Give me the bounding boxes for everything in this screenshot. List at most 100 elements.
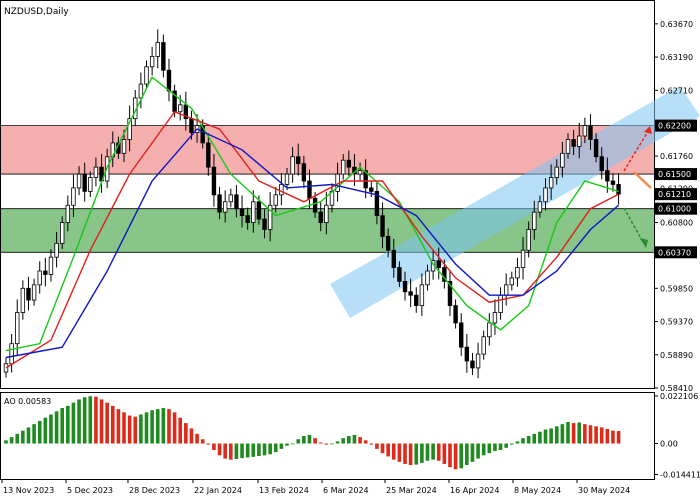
- ao-bar: [212, 443, 216, 450]
- ao-bar: [127, 415, 132, 444]
- ao-bar: [150, 410, 154, 444]
- ao-bar: [77, 399, 81, 444]
- candle-body: [475, 353, 481, 369]
- candle-body: [346, 159, 352, 168]
- ao-bar: [302, 436, 306, 444]
- ao-bar: [229, 443, 233, 460]
- candle-body: [459, 322, 464, 348]
- ao-bar: [420, 443, 424, 463]
- ao-bar: [380, 443, 385, 454]
- ao-bar: [431, 443, 435, 460]
- ao-bar: [184, 423, 188, 444]
- candle-body: [419, 284, 425, 307]
- ao-bar: [493, 443, 497, 452]
- candle-body: [571, 139, 576, 147]
- ao-bar: [88, 396, 93, 444]
- ao-bar: [363, 440, 368, 444]
- trend-channel: [330, 86, 700, 318]
- ao-bar: [71, 402, 76, 444]
- ao-bar: [262, 443, 267, 456]
- candle-body: [543, 187, 548, 203]
- ao-bar: [178, 417, 183, 444]
- ao-bar: [99, 399, 104, 444]
- ao-bar: [268, 443, 272, 455]
- ao-bar: [510, 443, 514, 445]
- candle-body: [318, 211, 323, 223]
- candle-body: [397, 267, 402, 282]
- ao-bar: [611, 430, 615, 444]
- candle-body: [155, 42, 160, 57]
- candle-body: [37, 270, 42, 286]
- candle-body: [312, 197, 318, 213]
- ao-bar: [566, 422, 570, 444]
- candle-body: [503, 284, 509, 296]
- ao-bar: [498, 443, 503, 450]
- ao-bar: [470, 443, 475, 462]
- ao-bar: [273, 443, 278, 453]
- level-tag-label: 0.62200: [658, 122, 691, 131]
- candle-body: [436, 260, 441, 268]
- candle-body: [189, 118, 194, 133]
- candle-body: [149, 55, 155, 68]
- candle-body: [273, 194, 278, 206]
- ao-bar: [425, 443, 430, 461]
- date-label: 6 Mar 2024: [323, 486, 369, 495]
- date-label: 30 May 2024: [578, 486, 630, 495]
- candle-body: [239, 208, 245, 217]
- ao-bar: [605, 428, 610, 444]
- level-tag-label: 0.61000: [658, 205, 691, 214]
- candle-body: [582, 125, 588, 137]
- ao-bar: [285, 443, 289, 446]
- ao-bar: [105, 402, 109, 444]
- candle-body: [88, 177, 93, 192]
- price-tick-label: 0.59370: [660, 318, 693, 327]
- ao-bar: [139, 414, 143, 444]
- candle-body: [357, 170, 363, 175]
- ao-bar: [234, 443, 239, 460]
- price-tick-label: 0.63670: [660, 20, 693, 29]
- candle-body: [470, 360, 475, 369]
- ao-bar: [15, 433, 20, 444]
- candle-body: [256, 201, 262, 220]
- candle-body: [605, 170, 610, 182]
- ao-bar: [583, 424, 587, 444]
- candle-body: [251, 201, 256, 223]
- candle-body: [121, 139, 127, 154]
- ao-bar: [453, 443, 458, 470]
- ao-bar: [532, 433, 537, 444]
- candle-body: [26, 287, 31, 301]
- candle-body: [548, 177, 554, 189]
- ao-bar: [37, 420, 42, 444]
- ao-axis: 0.022106 0.00 -0.014411: [654, 392, 700, 480]
- ao-bar: [54, 411, 59, 444]
- candle-body: [369, 187, 374, 192]
- candle-body: [532, 211, 537, 230]
- ao-bar: [189, 428, 194, 444]
- ao-tick-label: -0.014411: [660, 471, 700, 480]
- candle-body: [144, 66, 149, 85]
- ao-bar: [448, 443, 452, 468]
- ao-bar: [526, 436, 531, 444]
- ao-bar: [515, 441, 520, 444]
- ao-bar: [391, 443, 396, 460]
- ao-bar: [60, 408, 64, 444]
- level-tags: 0.62200 0.61500 0.61210 0.61000 0.60370: [655, 119, 697, 259]
- ao-tick-label: 0.00: [660, 440, 678, 449]
- candle-body: [76, 173, 82, 189]
- candle-body: [9, 343, 14, 365]
- ao-bar: [206, 443, 211, 445]
- candle-body: [526, 229, 531, 251]
- ao-bar: [341, 438, 345, 444]
- candle-body: [217, 194, 222, 213]
- candle-body: [385, 235, 391, 251]
- candle-body: [599, 156, 604, 172]
- ao-bar: [155, 409, 160, 444]
- ao-bar: [21, 430, 25, 444]
- ao-bar: [290, 443, 295, 445]
- price-tick-label: 0.61760: [660, 152, 693, 161]
- candle-body: [515, 267, 520, 279]
- candle-body: [301, 163, 307, 182]
- candle-body: [577, 135, 582, 147]
- ao-bar: [476, 443, 480, 459]
- ao-bar: [521, 438, 525, 444]
